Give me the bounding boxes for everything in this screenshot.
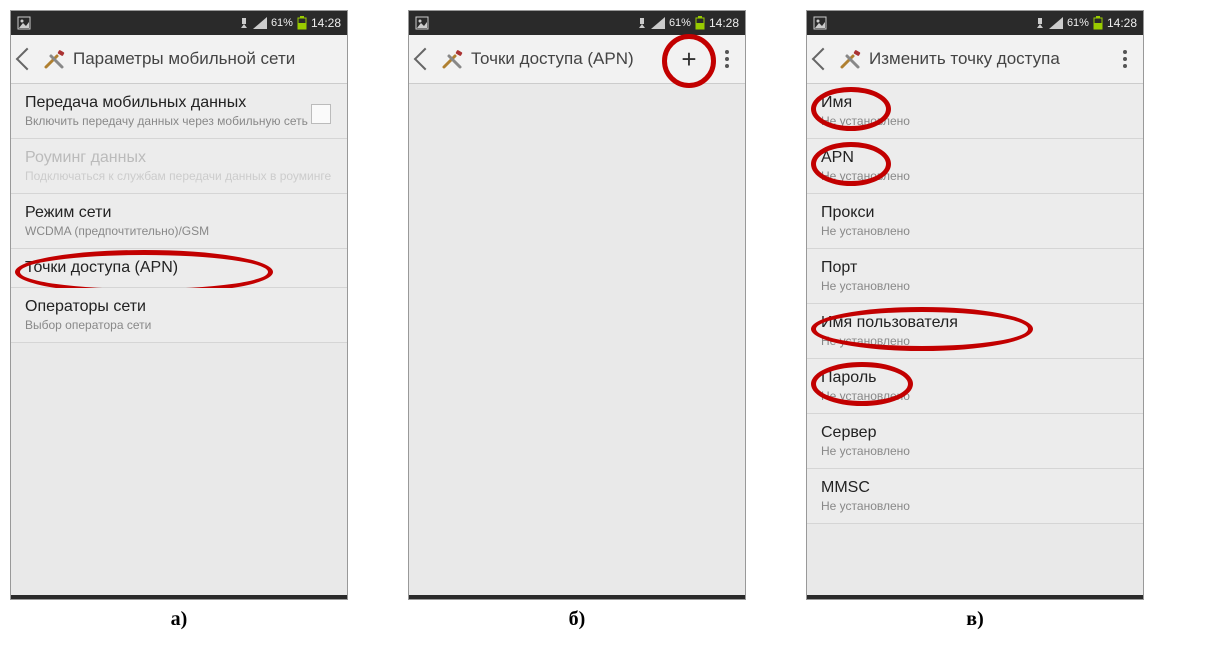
- picture-icon: [813, 16, 827, 30]
- list-item-sub: Не установлено: [821, 169, 1129, 183]
- settings-list: Имя Не установлено APN Не установлено Пр…: [807, 84, 1143, 524]
- list-item[interactable]: Имя пользователя Не установлено: [807, 304, 1143, 359]
- phone-screen-0: 61% 14:28 Параметры мобильной сети Перед…: [10, 10, 348, 600]
- list-item-sub: WCDMA (предпочтительно)/GSM: [25, 224, 333, 238]
- list-item-title: MMSC: [821, 479, 1129, 497]
- list-item[interactable]: Пароль Не установлено: [807, 359, 1143, 414]
- list-item[interactable]: Прокси Не установлено: [807, 194, 1143, 249]
- battery-label: 61%: [669, 17, 691, 29]
- list-item[interactable]: APN Не установлено: [807, 139, 1143, 194]
- list-item[interactable]: MMSC Не установлено: [807, 469, 1143, 524]
- list-item-sub: Не установлено: [821, 279, 1129, 293]
- list-item-title: Имя: [821, 94, 1129, 112]
- list-item-title: Роуминг данных: [25, 149, 333, 167]
- list-item-sub: Не установлено: [821, 334, 1129, 348]
- list-item-title: Сервер: [821, 424, 1129, 442]
- network-icon: [239, 18, 249, 28]
- back-icon[interactable]: [812, 48, 835, 71]
- list-item-sub: Не установлено: [821, 224, 1129, 238]
- page-title: Изменить точку доступа: [869, 49, 1107, 69]
- figure-caption: а): [171, 608, 188, 631]
- battery-icon: [297, 16, 307, 30]
- picture-icon: [415, 16, 429, 30]
- list-item-sub: Не установлено: [821, 114, 1129, 128]
- list-item-title: Порт: [821, 259, 1129, 277]
- signal-icon: [651, 17, 665, 29]
- tools-icon: [43, 48, 65, 70]
- list-item-title: Передача мобильных данных: [25, 94, 333, 112]
- list-item-title: Режим сети: [25, 204, 333, 222]
- list-item-title: Имя пользователя: [821, 314, 1129, 332]
- list-item[interactable]: Имя Не установлено: [807, 84, 1143, 139]
- list-item-title: Пароль: [821, 369, 1129, 387]
- signal-icon: [253, 17, 267, 29]
- header: Точки доступа (APN) +: [409, 35, 745, 84]
- list-item-title: Операторы сети: [25, 298, 333, 316]
- list-item-sub: Не установлено: [821, 499, 1129, 513]
- phone-screen-2: 61% 14:28 Изменить точку доступа Имя Не …: [806, 10, 1144, 600]
- phone-screen-1: 61% 14:28 Точки доступа (APN) +: [408, 10, 746, 600]
- checkbox[interactable]: [311, 104, 331, 124]
- status-bar: 61% 14:28: [409, 11, 745, 35]
- list-item-sub: Подключаться к службам передачи данных в…: [25, 169, 333, 183]
- battery-label: 61%: [1067, 17, 1089, 29]
- add-button[interactable]: +: [669, 39, 709, 79]
- status-bar: 61% 14:28: [11, 11, 347, 35]
- nav-bar: [807, 595, 1143, 599]
- clock-label: 14:28: [709, 16, 739, 30]
- battery-label: 61%: [271, 17, 293, 29]
- list-item-title: Прокси: [821, 204, 1129, 222]
- list-item[interactable]: Порт Не установлено: [807, 249, 1143, 304]
- signal-icon: [1049, 17, 1063, 29]
- list-item-sub: Не установлено: [821, 389, 1129, 403]
- list-item-sub: Не установлено: [821, 444, 1129, 458]
- header: Изменить точку доступа: [807, 35, 1143, 84]
- figure-caption: б): [569, 608, 586, 631]
- page-title: Точки доступа (APN): [471, 49, 661, 69]
- figure-caption: в): [966, 608, 983, 631]
- list-item-title: APN: [821, 149, 1129, 167]
- overflow-menu-button[interactable]: [1115, 46, 1135, 72]
- nav-bar: [409, 595, 745, 599]
- clock-label: 14:28: [1107, 16, 1137, 30]
- back-icon[interactable]: [414, 48, 437, 71]
- list-item[interactable]: Точки доступа (APN): [11, 249, 347, 288]
- overflow-menu-button[interactable]: [717, 46, 737, 72]
- settings-list: Передача мобильных данных Включить перед…: [11, 84, 347, 343]
- header: Параметры мобильной сети: [11, 35, 347, 84]
- list-item[interactable]: Режим сети WCDMA (предпочтительно)/GSM: [11, 194, 347, 249]
- list-item-sub: Выбор оператора сети: [25, 318, 333, 332]
- list-item[interactable]: Передача мобильных данных Включить перед…: [11, 84, 347, 139]
- page-title: Параметры мобильной сети: [73, 49, 339, 69]
- network-icon: [1035, 18, 1045, 28]
- network-icon: [637, 18, 647, 28]
- clock-label: 14:28: [311, 16, 341, 30]
- list-item-sub: Включить передачу данных через мобильную…: [25, 114, 333, 128]
- tools-icon: [839, 48, 861, 70]
- list-item[interactable]: Операторы сети Выбор оператора сети: [11, 288, 347, 343]
- tools-icon: [441, 48, 463, 70]
- list-item[interactable]: Сервер Не установлено: [807, 414, 1143, 469]
- status-bar: 61% 14:28: [807, 11, 1143, 35]
- list-item-title: Точки доступа (APN): [25, 259, 333, 277]
- list-item: Роуминг данных Подключаться к службам пе…: [11, 139, 347, 194]
- battery-icon: [695, 16, 705, 30]
- nav-bar: [11, 595, 347, 599]
- back-icon[interactable]: [16, 48, 39, 71]
- battery-icon: [1093, 16, 1103, 30]
- picture-icon: [17, 16, 31, 30]
